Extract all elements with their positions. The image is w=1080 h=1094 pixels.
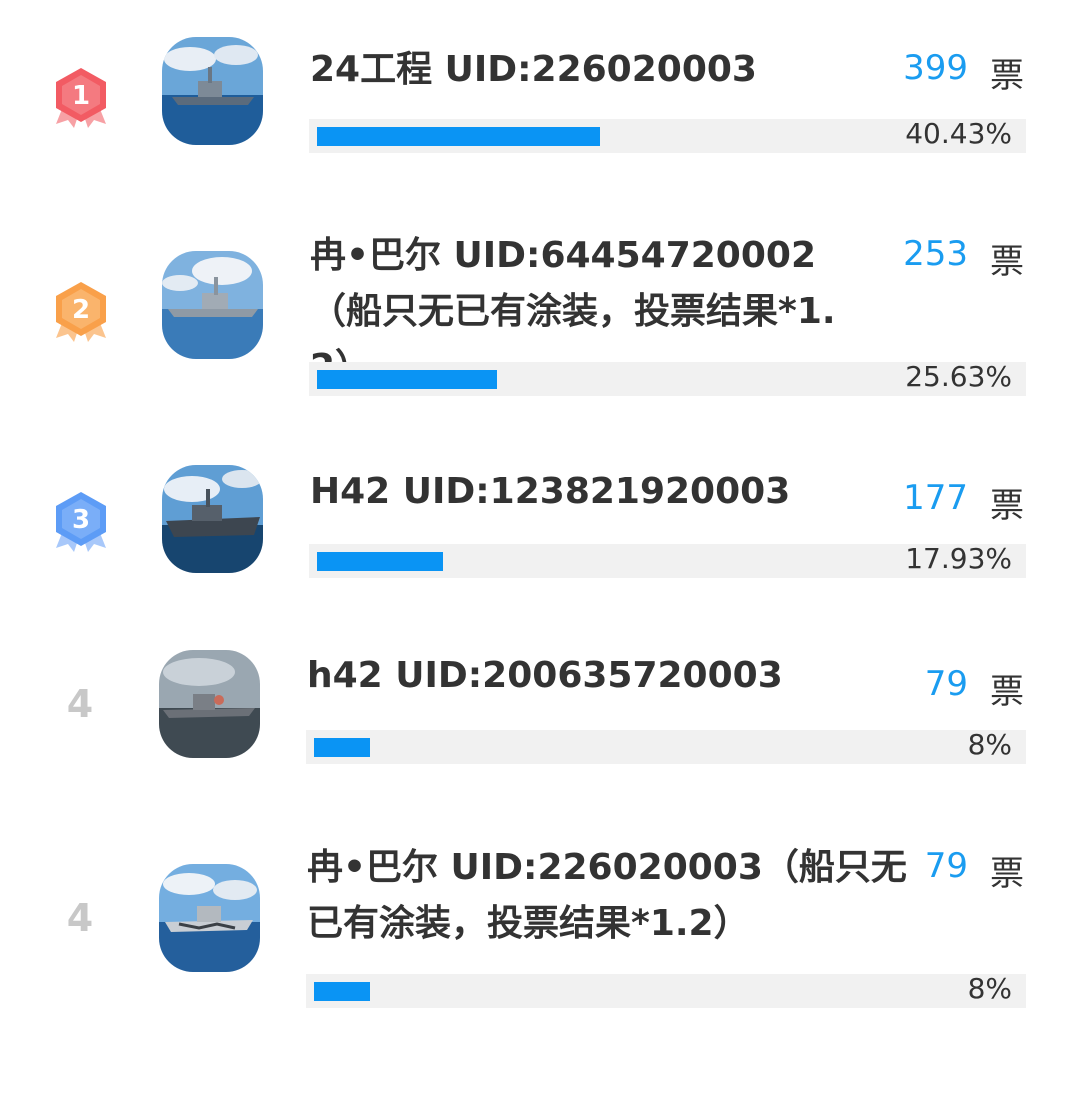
battleship-thumbnail-icon [159, 864, 260, 972]
vote-result-list: 1 24工程 UID:226020003 399 票 40.43% 2 冉•巴尔… [0, 0, 1080, 1094]
vote-progress-bar: 8% [306, 972, 1026, 1008]
vote-count: 79 [924, 846, 968, 886]
list-item[interactable]: 4 冉•巴尔 UID:226020003（船只无已有涂装，投票结果*1.2） 7… [0, 0, 1080, 1040]
vote-progress-fill [314, 982, 370, 1001]
vote-unit: 票 [990, 854, 1024, 894]
ship-thumbnail [159, 864, 260, 972]
entry-name: 冉•巴尔 UID:226020003（船只无已有涂装，投票结果*1.2） [307, 847, 907, 944]
rank-number: 4 [66, 896, 94, 940]
vote-percent: 8% [967, 972, 1012, 1005]
